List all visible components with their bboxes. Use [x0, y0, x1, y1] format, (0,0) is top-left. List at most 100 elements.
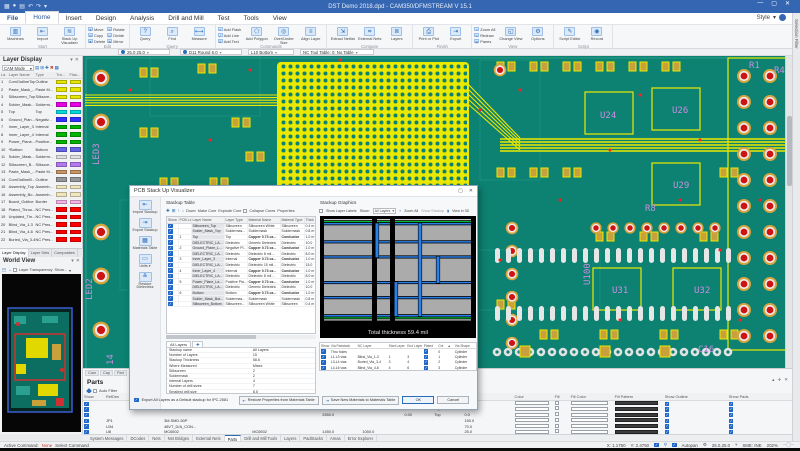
- rail-button-export-stackup[interactable]: ⇥Export Stackup: [131, 218, 160, 233]
- layer-color-swatch[interactable]: [56, 215, 67, 220]
- part-show-checkbox[interactable]: ✓: [84, 413, 89, 418]
- rail-button-import-stackup[interactable]: ⇤Import Stackup: [131, 200, 160, 215]
- part-fill-pattern-swatch[interactable]: [615, 413, 658, 417]
- layer-row[interactable]: 17Board_OutlineBorder: [0, 198, 82, 206]
- ribbon-tab-tools[interactable]: Tools: [237, 13, 266, 24]
- layer-color-swatch[interactable]: [70, 125, 81, 130]
- layer-color-swatch[interactable]: [70, 162, 81, 167]
- layer-row[interactable]: 7Inner_Layer_3Internal: [0, 123, 82, 131]
- close-icon[interactable]: ✕: [76, 258, 80, 264]
- layer-row[interactable]: 19Unplated_Thr...NC Pres...: [0, 213, 82, 221]
- layer-color-swatch[interactable]: [56, 110, 67, 115]
- layer-row[interactable]: 10*BottomBottom: [0, 146, 82, 154]
- stackup-show-checkbox[interactable]: ✓: [168, 291, 173, 296]
- stackup-graphics-view[interactable]: Total thickness 59.4 mil: [320, 216, 476, 338]
- part-fill-pattern-swatch[interactable]: [615, 407, 658, 411]
- layer-color-swatch[interactable]: [56, 155, 67, 160]
- layer-row[interactable]: 8Inner_Layer_4Internal: [0, 131, 82, 139]
- layer-color-swatch[interactable]: [56, 222, 67, 227]
- layer-row[interactable]: 20Blind_Via_1-3NC Pres...: [0, 221, 82, 229]
- ribbon-button-find[interactable]: ⌕Find: [159, 26, 186, 41]
- stackup-row[interactable]: ✓Silkscreen_BottomSilkscreen...Silkscree…: [167, 301, 316, 307]
- minimize-icon[interactable]: —: [757, 0, 763, 7]
- layer-color-swatch[interactable]: [70, 207, 81, 212]
- rail-button-materials-table[interactable]: ▦Materials Table: [131, 236, 160, 251]
- graphics-show-dropdown[interactable]: All Layers ▾: [373, 208, 397, 214]
- via-show-checkbox[interactable]: ✓: [321, 366, 326, 371]
- layer-color-swatch[interactable]: [56, 200, 67, 205]
- part-fill-color-swatch[interactable]: [571, 401, 609, 405]
- close-icon[interactable]: ✕: [785, 0, 790, 7]
- auto-filter-checkbox[interactable]: [93, 389, 97, 393]
- layer-color-swatch[interactable]: [56, 237, 67, 242]
- stackup-table-hscrollbar[interactable]: [166, 335, 316, 339]
- collapse-cores-checkbox[interactable]: [243, 209, 247, 213]
- via-row[interactable]: ✓L4-L6 viasBlind_Via_4-646✓3Cylinder: [320, 365, 477, 371]
- part-color-swatch[interactable]: [515, 424, 549, 428]
- ribbon-button-import[interactable]: ⇤Import: [29, 26, 56, 41]
- rail-button-units[interactable]: ▭Units ▾: [131, 254, 160, 269]
- dialog-title-bar[interactable]: PCB Stack Up Visualizer ▢ ✕: [130, 186, 477, 197]
- ribbon-button-record[interactable]: ◉Record: [583, 26, 610, 41]
- maximize-icon[interactable]: ▢: [458, 188, 463, 194]
- ribbon-tab-insert[interactable]: Insert: [59, 13, 89, 24]
- add-layer-icon[interactable]: ✚: [45, 65, 49, 71]
- layer-color-swatch[interactable]: [70, 110, 81, 115]
- layer-row[interactable]: 12Silkscreen_B...Silkscre...: [0, 161, 82, 169]
- dcode-size-dropdown[interactable]: 25.0 25.0 ▾: [118, 49, 170, 55]
- layer-color-swatch[interactable]: [70, 155, 81, 160]
- dcode-dropdown[interactable]: D11 Round 6.0 ▾: [180, 49, 242, 55]
- float-icon[interactable]: ✛: [777, 377, 781, 383]
- parts-minitab-cap[interactable]: Cap: [100, 370, 113, 376]
- ribbon-button-print-or-plot[interactable]: ⎙Print or Plot: [415, 26, 442, 41]
- ribbon-button-add-polygon[interactable]: ⬠Add Polygon: [243, 26, 270, 41]
- layer-color-swatch[interactable]: [70, 95, 81, 100]
- parts-minitab-cam[interactable]: Cam: [85, 370, 99, 376]
- part-fill-checkbox[interactable]: [555, 406, 559, 410]
- down-icon[interactable]: ↓: [182, 208, 184, 213]
- layer-row[interactable]: 11Solder_Mask...Solderm...: [0, 153, 82, 161]
- save-materials-button[interactable]: ⇥Save New Materials to Materials Table: [322, 396, 400, 405]
- layer-color-swatch[interactable]: [70, 237, 81, 242]
- layer-color-swatch[interactable]: [70, 192, 81, 197]
- stackup-show-checkbox[interactable]: ✓: [168, 240, 173, 245]
- delete-layer-icon[interactable]: ✖: [50, 65, 54, 71]
- stackup-show-checkbox[interactable]: ✓: [168, 285, 173, 290]
- via-plated-checkbox[interactable]: ✓: [424, 360, 429, 365]
- ok-button[interactable]: OK: [402, 396, 434, 404]
- stackup-toolbar-collapse-cores[interactable]: Collapse Cores: [249, 209, 275, 213]
- part-fill-checkbox[interactable]: [555, 418, 559, 422]
- ribbon-button-measure[interactable]: ⟷Measure: [186, 26, 213, 41]
- canvas-vertical-scrollbar[interactable]: [785, 56, 792, 368]
- ribbon-button-machines[interactable]: ▥Machines: [2, 26, 29, 41]
- active-layer-dropdown[interactable]: L10 Bottom ▾: [248, 49, 294, 55]
- layer-color-swatch[interactable]: [56, 230, 67, 235]
- layer-panel-tab-layer-display[interactable]: Layer Display: [0, 249, 29, 257]
- via-show-checkbox[interactable]: ✓: [321, 349, 326, 354]
- show-stackup-button[interactable]: Show Stackup: [421, 209, 444, 213]
- ribbon-button-change-view[interactable]: ◱Change View: [497, 26, 524, 41]
- add-row-icon[interactable]: ✚: [166, 208, 170, 214]
- stackup-show-checkbox[interactable]: ✓: [168, 274, 173, 279]
- layer-color-swatch[interactable]: [70, 185, 81, 190]
- layer-color-swatch[interactable]: [56, 125, 67, 130]
- layer-row[interactable]: 3Silkscreen_TopSilkscre...: [0, 93, 82, 101]
- layer-row[interactable]: 2Paste_Mask_...Paste M...: [0, 86, 82, 94]
- layer-color-swatch[interactable]: [56, 185, 67, 190]
- ribbon-tab-analysis[interactable]: Analysis: [123, 13, 161, 24]
- layer-color-swatch[interactable]: [56, 102, 67, 107]
- part-color-swatch[interactable]: [515, 407, 549, 411]
- maximize-icon[interactable]: ▢: [771, 0, 777, 7]
- ribbon-button-options[interactable]: ⚙Options: [524, 26, 551, 41]
- layer-row[interactable]: 5TopTop: [0, 108, 82, 116]
- collapse-icon[interactable]: ▴: [772, 377, 774, 383]
- layer-color-swatch[interactable]: [56, 140, 67, 145]
- world-view-show-dropdown[interactable]: Show...: [55, 268, 67, 272]
- ribbon-button-over-under-size[interactable]: ◎Over/Under Size: [270, 26, 297, 45]
- stackup-show-checkbox[interactable]: ✓: [168, 302, 173, 307]
- grid-value[interactable]: 25.0,25.0: [712, 443, 730, 448]
- stackup-toolbar-explode-core[interactable]: Explode Core: [218, 209, 241, 213]
- up-icon[interactable]: ↑: [178, 208, 180, 213]
- part-fill-pattern-swatch[interactable]: [615, 418, 658, 422]
- layer-color-swatch[interactable]: [70, 230, 81, 235]
